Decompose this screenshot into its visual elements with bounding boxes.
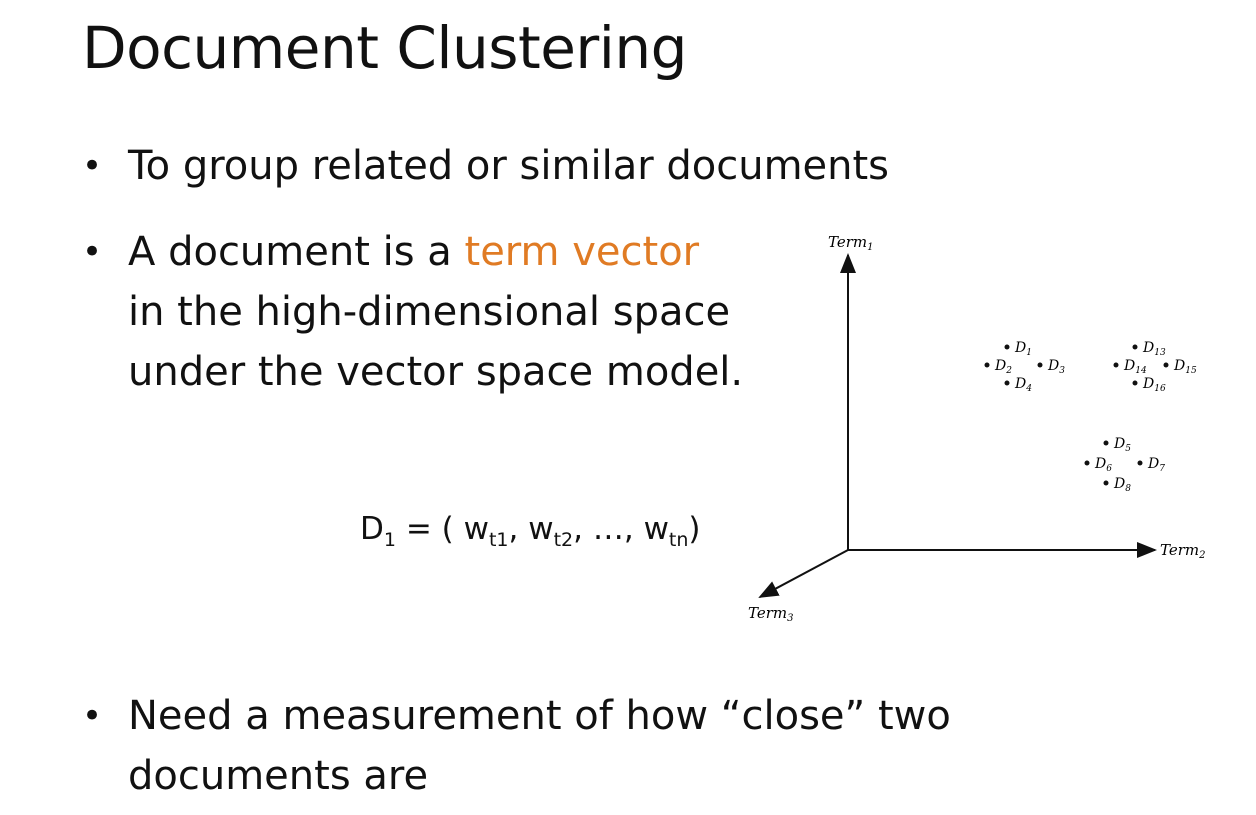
formula-lhs: D xyxy=(360,511,384,547)
document-point-d6: D6 xyxy=(1084,456,1112,474)
vector-space-diagram: Term1 Term2 Term3 D1 D2 D3 D4 D13 D14 D1… xyxy=(748,233,1206,624)
svg-text:D16: D16 xyxy=(1142,376,1166,394)
document-point-d15: D15 xyxy=(1163,358,1197,376)
svg-text:D1: D1 xyxy=(1014,340,1032,358)
highlight-term-vector: term vector xyxy=(464,229,700,275)
svg-text:D2: D2 xyxy=(994,358,1012,376)
document-point-d7: D7 xyxy=(1137,456,1165,474)
formula-sep: , …, xyxy=(573,511,644,547)
svg-text:D6: D6 xyxy=(1094,456,1112,474)
bullet-glyph: • xyxy=(82,146,103,186)
slide-title: Document Clustering xyxy=(82,14,687,82)
document-point-d13: D13 xyxy=(1132,340,1166,358)
term3-axis xyxy=(758,549,849,598)
bullet-text-block: Need a measurement of how “close” two do… xyxy=(128,686,951,806)
document-point-d16: D16 xyxy=(1132,376,1166,394)
document-point-d1: D1 xyxy=(1004,340,1032,358)
formula-term: w xyxy=(528,511,554,547)
term3-axis-label: Term3 xyxy=(748,604,794,624)
document-point-d4: D4 xyxy=(1004,376,1032,394)
bullet-text: To group related or similar documents xyxy=(128,143,890,189)
formula-term: w xyxy=(463,511,489,547)
formula-sep: , xyxy=(508,511,529,547)
document-point-d3: D3 xyxy=(1037,358,1065,376)
bullet-glyph: • xyxy=(82,232,103,272)
term1-axis-label: Term1 xyxy=(828,233,874,253)
bullet-line: A document is a term vector xyxy=(128,222,743,282)
svg-text:D15: D15 xyxy=(1173,358,1197,376)
svg-text:D5: D5 xyxy=(1113,436,1131,454)
document-point-d2: D2 xyxy=(984,358,1012,376)
bullet-line: documents are xyxy=(128,753,429,799)
document-point-d8: D8 xyxy=(1103,476,1131,494)
term2-axis-label: Term2 xyxy=(1160,541,1206,561)
formula-equals: = ( xyxy=(395,511,464,547)
bullet-glyph: • xyxy=(82,696,103,736)
bullet-line: Need a measurement of how “close” two xyxy=(128,693,951,739)
formula-term-sub: t1 xyxy=(488,529,509,551)
svg-text:D8: D8 xyxy=(1113,476,1131,494)
formula-lhs-sub: 1 xyxy=(383,529,396,551)
bullet-line: under the vector space model. xyxy=(128,349,744,395)
document-vector-formula: D1 = ( wt1, wt2, …, wtn) xyxy=(360,511,701,551)
svg-text:D3: D3 xyxy=(1047,358,1065,376)
svg-text:D4: D4 xyxy=(1014,376,1032,394)
formula-sep: ) xyxy=(688,511,701,547)
document-point-d14: D14 xyxy=(1113,358,1147,376)
bullet-line-prefix: A document is a xyxy=(128,229,465,275)
svg-text:D13: D13 xyxy=(1142,340,1166,358)
formula-term-sub: tn xyxy=(668,529,689,551)
bullet-text-block: A document is a term vector in the high-… xyxy=(128,222,743,402)
svg-text:D7: D7 xyxy=(1147,456,1165,474)
document-point-d5: D5 xyxy=(1103,436,1131,454)
formula-term: w xyxy=(643,511,669,547)
svg-text:D14: D14 xyxy=(1123,358,1147,376)
bullet-line: in the high-dimensional space xyxy=(128,289,731,335)
formula-term-sub: t2 xyxy=(553,529,574,551)
